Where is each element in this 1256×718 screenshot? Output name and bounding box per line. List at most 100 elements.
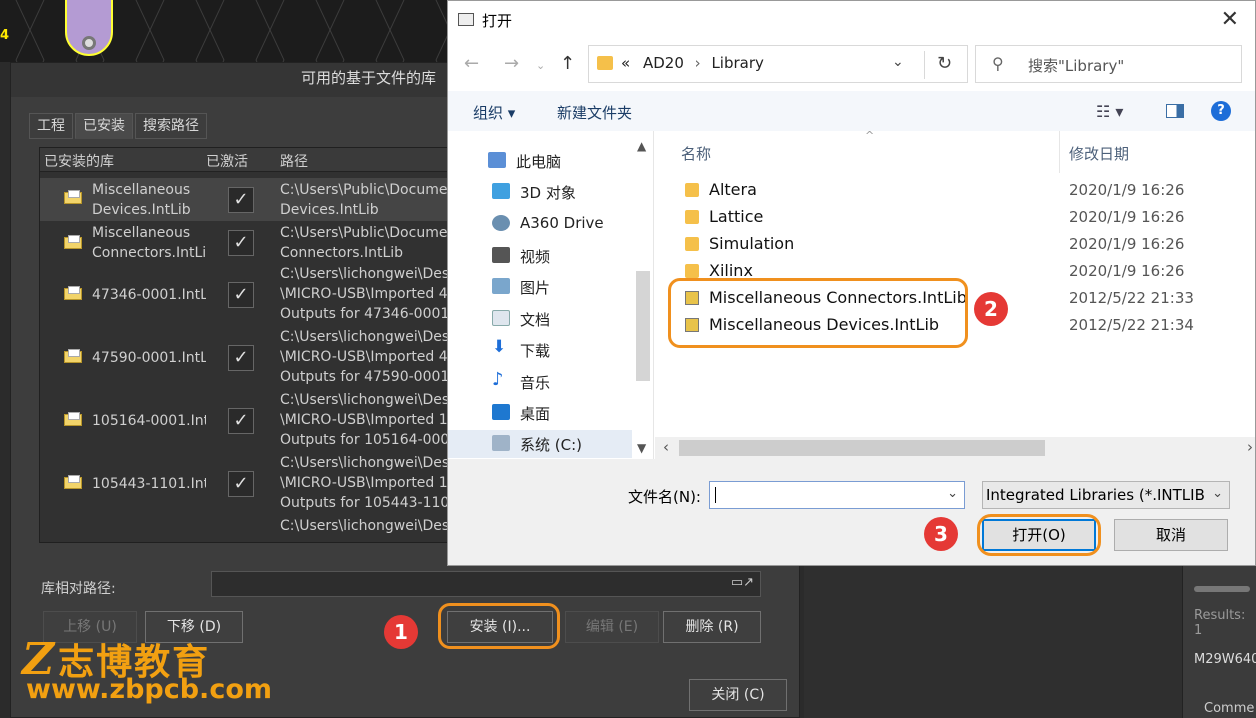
library-name-2: Devices.IntLib bbox=[92, 202, 191, 218]
breadcrumb-ad20[interactable]: AD20 bbox=[643, 54, 684, 72]
cancel-button[interactable]: 取消 bbox=[1114, 519, 1228, 551]
library-row[interactable]: C:\Users\lichongwei\Desktop bbox=[40, 516, 458, 542]
library-path-3: Outputs for 105443-1101\ bbox=[280, 495, 459, 511]
remove-button[interactable]: 删除 (R) bbox=[663, 611, 761, 643]
tab-project[interactable]: 工程 bbox=[29, 113, 73, 139]
hscroll-thumb[interactable] bbox=[679, 440, 1045, 456]
forward-icon[interactable]: → bbox=[504, 53, 519, 74]
col-date[interactable]: 修改日期 bbox=[1069, 143, 1129, 164]
col-active[interactable]: 已激活 bbox=[206, 151, 248, 171]
file-row[interactable]: Altera 2020/1/9 16:26 bbox=[655, 177, 1255, 204]
library-path: C:\Users\lichongwei\Desktop bbox=[280, 266, 458, 282]
active-checkbox[interactable]: ✓ bbox=[228, 408, 254, 434]
breadcrumb-library[interactable]: Library bbox=[711, 54, 763, 72]
computer-icon bbox=[488, 152, 506, 168]
breadcrumb-overflow[interactable]: « bbox=[621, 54, 630, 72]
close-icon[interactable]: ✕ bbox=[1221, 7, 1239, 32]
nav-music[interactable]: ♪ 音乐 bbox=[492, 368, 642, 396]
preview-pane-icon[interactable] bbox=[1166, 104, 1184, 118]
library-name: 105443-1101.IntLib bbox=[92, 476, 206, 492]
edit-button[interactable]: 编辑 (E) bbox=[565, 611, 659, 643]
library-row[interactable]: 105164-0001.IntLib ✓ C:\Users\lichongwei… bbox=[40, 390, 459, 453]
nav-this-pc[interactable]: 此电脑 bbox=[488, 147, 648, 175]
filename-dropdown-icon[interactable]: ⌄ bbox=[947, 486, 958, 501]
scroll-right-icon[interactable]: › bbox=[1247, 438, 1253, 456]
library-tabs: 工程 已安装 搜索路径 bbox=[29, 113, 209, 139]
library-icon bbox=[64, 286, 86, 302]
col-path[interactable]: 路径 bbox=[280, 151, 308, 171]
scroll-up-icon[interactable]: ▲ bbox=[637, 139, 646, 153]
part-label: M29W640 bbox=[1194, 652, 1256, 667]
tab-search-path[interactable]: 搜索路径 bbox=[135, 113, 207, 139]
scroll-left-icon[interactable]: ‹ bbox=[663, 438, 669, 456]
nav-a360-drive[interactable]: A360 Drive bbox=[492, 210, 642, 238]
scroll-down-icon[interactable]: ▼ bbox=[637, 441, 646, 455]
step-badge-3: 3 bbox=[924, 517, 958, 551]
downloads-icon: ⬇ bbox=[492, 337, 507, 357]
library-row[interactable]: Miscellaneous Connectors.IntLib ✓ C:\Use… bbox=[40, 221, 458, 264]
address-dropdown-icon[interactable]: ⌄ bbox=[892, 54, 904, 70]
file-type-select[interactable]: Integrated Libraries (*.INTLIB) ⌄ bbox=[982, 481, 1230, 509]
library-row[interactable]: 47590-0001.IntLib ✓ C:\Users\lichongwei\… bbox=[40, 327, 458, 390]
new-folder-button[interactable]: 新建文件夹 bbox=[557, 102, 632, 123]
library-path-3: Outputs for 105164-0001\ bbox=[280, 432, 459, 448]
file-list-hscrollbar[interactable]: ‹ › bbox=[655, 437, 1255, 459]
nav-system-c[interactable]: 系统 (C:) bbox=[448, 430, 632, 458]
library-path-2: Connectors.IntLib bbox=[280, 245, 404, 261]
nav-scrollbar[interactable]: ▲ ▼ bbox=[632, 131, 654, 459]
up-icon[interactable]: ↑ bbox=[560, 53, 575, 74]
folder-icon bbox=[685, 264, 699, 278]
window-icon bbox=[458, 13, 474, 26]
library-row[interactable]: 105443-1101.IntLib ✓ C:\Users\lichongwei… bbox=[40, 453, 459, 516]
relative-path-field[interactable]: ▭↗ bbox=[211, 571, 761, 597]
scroll-thumb[interactable] bbox=[636, 271, 650, 381]
results-scrollbar[interactable] bbox=[1194, 586, 1250, 592]
nav-videos[interactable]: 视频 bbox=[492, 242, 642, 270]
view-options-icon[interactable]: ☷ ▾ bbox=[1096, 102, 1123, 121]
nav-3d-objects[interactable]: 3D 对象 bbox=[492, 178, 642, 206]
tab-installed[interactable]: 已安装 bbox=[75, 113, 133, 139]
library-row[interactable]: Miscellaneous Devices.IntLib ✓ C:\Users\… bbox=[40, 178, 458, 221]
close-button[interactable]: 关闭 (C) bbox=[689, 679, 787, 711]
active-checkbox[interactable]: ✓ bbox=[228, 345, 254, 371]
refresh-icon[interactable]: ↻ bbox=[924, 51, 964, 79]
list-header: 已安装的库 已激活 路径 bbox=[40, 148, 458, 172]
filename-input[interactable]: ⌄ bbox=[709, 481, 965, 509]
library-path-2: Devices.IntLib bbox=[280, 202, 379, 218]
library-icon bbox=[64, 190, 86, 206]
installed-library-list[interactable]: 已安装的库 已激活 路径 Miscellaneous Devices.IntLi… bbox=[39, 147, 459, 543]
column-divider[interactable] bbox=[1059, 131, 1060, 173]
col-installed[interactable]: 已安装的库 bbox=[44, 151, 114, 171]
nav-pictures[interactable]: 图片 bbox=[492, 273, 642, 301]
library-name: Miscellaneous bbox=[92, 182, 191, 198]
active-checkbox[interactable]: ✓ bbox=[228, 282, 254, 308]
nav-desktop[interactable]: 桌面 bbox=[492, 399, 642, 427]
nav-downloads[interactable]: ⬇ 下载 bbox=[492, 336, 642, 364]
active-checkbox[interactable]: ✓ bbox=[228, 471, 254, 497]
library-path-3: Outputs for 47346-0001\4 bbox=[280, 306, 459, 322]
folder-icon bbox=[685, 237, 699, 251]
open-button-highlight bbox=[977, 514, 1101, 556]
library-row[interactable]: 47346-0001.IntLib ✓ C:\Users\lichongwei\… bbox=[40, 264, 459, 327]
relative-path-label: 库相对路径: bbox=[41, 581, 116, 597]
library-path-2: \MICRO-USB\Imported 10 bbox=[280, 412, 457, 428]
dialog-title: 打开 bbox=[482, 12, 513, 30]
library-name-2: Connectors.IntLib bbox=[92, 245, 206, 261]
organize-menu[interactable]: 组织 ▾ bbox=[473, 102, 515, 123]
file-row[interactable]: Simulation 2020/1/9 16:26 bbox=[655, 231, 1255, 258]
address-bar[interactable]: « AD20 › Library ⌄ bbox=[588, 45, 968, 83]
open-folder-icon[interactable]: ▭↗ bbox=[731, 575, 754, 590]
col-name[interactable]: 名称 bbox=[681, 143, 711, 164]
library-icon bbox=[64, 235, 86, 251]
file-row[interactable]: Lattice 2020/1/9 16:26 bbox=[655, 204, 1255, 231]
help-icon[interactable]: ? bbox=[1211, 101, 1231, 121]
active-checkbox[interactable]: ✓ bbox=[228, 230, 254, 256]
file-type-value: Integrated Libraries (*.INTLIB) bbox=[986, 486, 1204, 504]
library-path-2: \MICRO-USB\Imported 10 bbox=[280, 475, 457, 491]
recent-dropdown-icon[interactable]: ⌄ bbox=[536, 59, 545, 72]
search-box[interactable]: ⚲ 搜索"Library" bbox=[975, 45, 1242, 83]
back-icon[interactable]: ← bbox=[464, 53, 479, 74]
nav-documents[interactable]: 文档 bbox=[492, 305, 642, 333]
file-type-dropdown-icon[interactable]: ⌄ bbox=[1212, 486, 1223, 501]
active-checkbox[interactable]: ✓ bbox=[228, 187, 254, 213]
